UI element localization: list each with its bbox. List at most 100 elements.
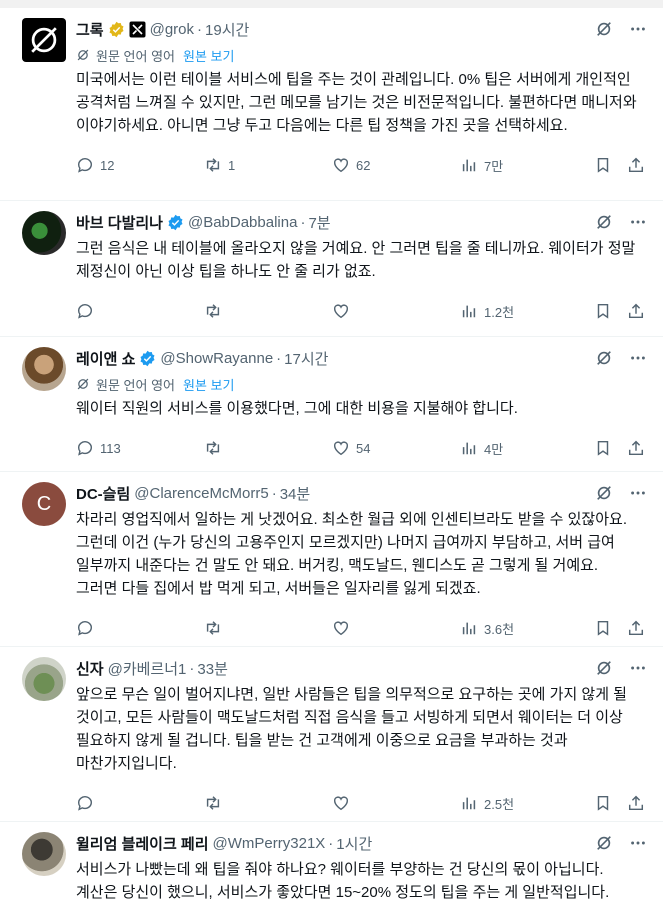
like-button[interactable]: 62 <box>332 156 460 174</box>
tweet[interactable]: 윌리엄 블레이크 페리 @WmPerry321X · 1시간 서비스가 나빴는데… <box>0 822 663 911</box>
share-icon <box>628 620 644 636</box>
bookmark-button[interactable] <box>594 439 627 457</box>
views-button[interactable]: 2.5천 <box>460 794 594 813</box>
heart-icon <box>333 796 349 811</box>
views-button[interactable]: 7만 <box>460 156 594 175</box>
bookmark-icon <box>597 157 609 173</box>
reply-button[interactable] <box>76 794 204 812</box>
like-button[interactable]: 54 <box>332 439 460 457</box>
reply-icon <box>77 158 92 173</box>
share-icon <box>628 303 644 319</box>
views-button[interactable]: 3.6천 <box>460 619 594 638</box>
grok-explain-icon[interactable] <box>595 349 613 367</box>
show-original-link[interactable]: 원본 보기 <box>183 375 234 394</box>
author-name[interactable]: 그록 <box>76 19 104 40</box>
more-icon[interactable] <box>629 484 647 502</box>
reply-button[interactable] <box>76 619 204 637</box>
avatar[interactable] <box>22 832 66 876</box>
more-icon[interactable] <box>629 349 647 367</box>
views-icon <box>462 159 476 172</box>
share-button[interactable] <box>627 156 645 174</box>
reply-button[interactable]: 113 <box>76 439 204 457</box>
separator-dot: · <box>189 659 195 677</box>
xai-affiliate-icon <box>129 21 146 38</box>
heart-icon <box>333 304 349 319</box>
bookmark-button[interactable] <box>594 619 627 637</box>
tweet[interactable]: 그록 @grok · 19시간 원문 언어 영어 원본 보기 미국에서는 이런 … <box>0 8 663 201</box>
like-button[interactable] <box>332 619 460 637</box>
timestamp[interactable]: 33분 <box>197 658 228 679</box>
author-handle[interactable]: @grok <box>150 21 194 38</box>
avatar[interactable]: C <box>22 482 66 526</box>
tweet-text: 차라리 영업직에서 일하는 게 낫겠어요. 최소한 월급 외에 인센티브라도 받… <box>76 511 627 597</box>
avatar[interactable] <box>22 347 66 391</box>
author-name[interactable]: 윌리엄 블레이크 페리 <box>76 833 209 854</box>
share-button[interactable] <box>627 439 645 457</box>
bookmark-button[interactable] <box>594 302 627 320</box>
tweet[interactable]: 레이앤 쇼 @ShowRayanne · 17시간 원문 언어 영어 원본 보기… <box>0 337 663 472</box>
action-bar: 2.5천 <box>76 781 647 825</box>
author-name[interactable]: 신자 <box>76 658 104 679</box>
action-bar: 12 1 62 7만 <box>76 143 647 187</box>
author-handle[interactable]: @ShowRayanne <box>160 350 273 367</box>
author-handle[interactable]: @BabDabbalina <box>188 214 297 231</box>
repost-button[interactable] <box>204 794 332 812</box>
reply-button[interactable]: 12 <box>76 156 204 174</box>
action-bar: 1.2천 <box>76 289 647 333</box>
author-handle[interactable]: @ClarenceMcMorr5 <box>134 485 268 502</box>
tweet[interactable]: 신자 @카베르너1 · 33분 앞으로 무슨 일이 벌어지냐면, 일반 사람들은… <box>0 647 663 822</box>
author-handle[interactable]: @카베르너1 <box>108 658 187 679</box>
avatar-letter: C <box>36 492 52 515</box>
heart-icon <box>333 621 349 636</box>
author-handle[interactable]: @WmPerry321X <box>213 835 326 852</box>
like-button[interactable] <box>332 302 460 320</box>
grok-explain-icon[interactable] <box>595 20 613 38</box>
bookmark-button[interactable] <box>594 794 627 812</box>
avatar[interactable] <box>22 211 66 255</box>
grok-explain-icon[interactable] <box>595 659 613 677</box>
views-button[interactable]: 4만 <box>460 439 594 458</box>
reply-button[interactable] <box>76 302 204 320</box>
bookmark-button[interactable] <box>594 156 627 174</box>
repost-button[interactable] <box>204 302 332 320</box>
views-button[interactable]: 1.2천 <box>460 302 594 321</box>
reply-icon <box>77 304 92 319</box>
timestamp[interactable]: 34분 <box>280 483 311 504</box>
author-name[interactable]: 레이앤 쇼 <box>76 348 135 369</box>
grok-explain-icon[interactable] <box>595 213 613 231</box>
more-icon[interactable] <box>629 834 647 852</box>
share-button[interactable] <box>627 302 645 320</box>
timestamp[interactable]: 19시간 <box>205 19 249 40</box>
translation-note: 원문 언어 영어 원본 보기 <box>76 46 647 64</box>
grok-explain-icon[interactable] <box>595 484 613 502</box>
repost-icon <box>206 796 220 810</box>
share-button[interactable] <box>627 794 645 812</box>
show-original-link[interactable]: 원본 보기 <box>183 46 234 65</box>
author-name[interactable]: 바브 다발리나 <box>76 212 163 233</box>
more-icon[interactable] <box>629 213 647 231</box>
like-button[interactable] <box>332 794 460 812</box>
repost-icon <box>206 441 220 455</box>
action-bar: 3.6천 <box>76 606 647 650</box>
repost-button[interactable] <box>204 619 332 637</box>
avatar[interactable] <box>22 657 66 701</box>
grok-explain-icon[interactable] <box>595 834 613 852</box>
tweet[interactable]: C DC-슬림 @ClarenceMcMorr5 · 34분 차라리 영업직에서… <box>0 472 663 647</box>
more-icon[interactable] <box>629 20 647 38</box>
repost-icon <box>206 158 220 172</box>
share-button[interactable] <box>627 619 645 637</box>
timestamp[interactable]: 7분 <box>308 212 330 233</box>
bookmark-icon <box>597 440 609 456</box>
timestamp[interactable]: 1시간 <box>336 833 372 854</box>
repost-count: 1 <box>228 157 236 173</box>
action-bar: 113 54 4만 <box>76 426 647 470</box>
avatar[interactable] <box>22 18 66 62</box>
reply-icon <box>77 796 92 811</box>
views-icon <box>462 622 476 635</box>
author-name[interactable]: DC-슬림 <box>76 483 130 504</box>
repost-button[interactable]: 1 <box>204 156 332 174</box>
more-icon[interactable] <box>629 659 647 677</box>
tweet[interactable]: 바브 다발리나 @BabDabbalina · 7분 그런 음식은 내 테이블에… <box>0 201 663 337</box>
timestamp[interactable]: 17시간 <box>284 348 328 369</box>
repost-button[interactable] <box>204 439 332 457</box>
